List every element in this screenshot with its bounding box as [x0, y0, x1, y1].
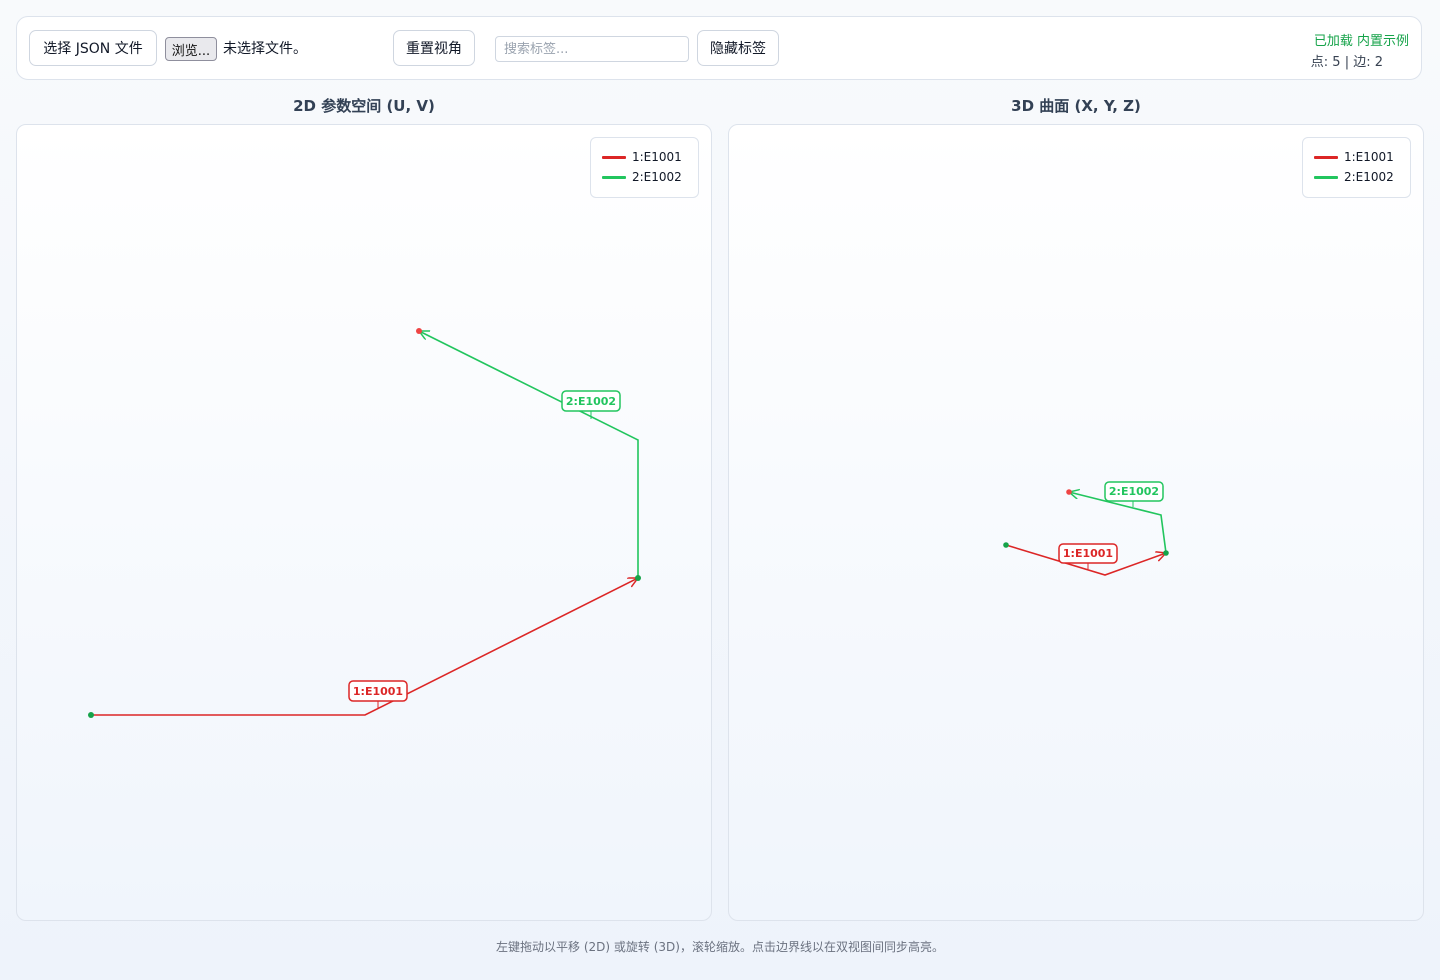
point-end[interactable] [416, 328, 422, 334]
plot-2d-canvas[interactable]: 1:E1001 2:E1002 [17, 125, 712, 921]
reset-view-button[interactable]: 重置视角 [393, 30, 475, 66]
edge-label-e1001-text: 1:E1001 [353, 685, 403, 698]
legend-swatch [1314, 175, 1338, 179]
edge-label-e1002-text: 2:E1002 [566, 395, 616, 408]
legend-label: 2:E1002 [632, 170, 682, 184]
edge-line-e1002[interactable] [419, 331, 639, 578]
legend-label: 2:E1002 [1344, 170, 1394, 184]
count-status: 点: 5 | 边: 2 [1310, 55, 1383, 70]
legend-item[interactable]: 2:E1002 [602, 167, 698, 187]
panel-3d-title: 3D 曲面 (X, Y, Z) [1011, 97, 1141, 115]
edge-label-e1002-text: 2:E1002 [1109, 485, 1159, 498]
legend-item[interactable]: 2:E1002 [1314, 167, 1410, 187]
edge-label-e1001-text: 1:E1001 [1063, 547, 1113, 560]
legend-swatch [602, 155, 626, 159]
legend-label: 1:E1001 [632, 150, 682, 164]
edge-label-e1002[interactable]: 2:E1002 [1104, 481, 1164, 502]
plot-3d-canvas[interactable]: 1:E1001 2:E1002 [729, 125, 1424, 921]
legend-2d: 1:E1001 2:E1002 [590, 137, 699, 198]
legend-swatch [1314, 155, 1338, 159]
point-end[interactable] [1066, 489, 1072, 495]
panel-3d[interactable]: 1:E1001 2:E1002 1:E1001 2:E1002 [728, 124, 1424, 921]
panel-2d-title: 2D 参数空间 (U, V) [293, 97, 435, 115]
panel-2d[interactable]: 1:E1001 2:E1002 1:E1001 2:E1002 [16, 124, 712, 921]
legend-item[interactable]: 1:E1001 [602, 147, 698, 167]
choose-json-button[interactable]: 选择 JSON 文件 [29, 30, 157, 66]
no-file-text: 未选择文件。 [223, 41, 307, 57]
point-junction[interactable] [635, 575, 641, 581]
point-start[interactable] [88, 712, 94, 718]
legend-3d: 1:E1001 2:E1002 [1302, 137, 1411, 198]
search-input[interactable] [495, 36, 689, 62]
toolbar: 选择 JSON 文件 浏览... 未选择文件。 重置视角 隐藏标签 已加载 内置… [16, 16, 1422, 80]
point-start[interactable] [1003, 542, 1009, 548]
edge-label-e1001[interactable]: 1:E1001 [1058, 543, 1118, 564]
edge-label-e1002[interactable]: 2:E1002 [561, 390, 621, 412]
edge-label-e1001[interactable]: 1:E1001 [348, 680, 408, 702]
point-junction[interactable] [1163, 550, 1169, 556]
hide-labels-button[interactable]: 隐藏标签 [697, 30, 779, 66]
legend-swatch [602, 175, 626, 179]
legend-label: 1:E1001 [1344, 150, 1394, 164]
legend-item[interactable]: 1:E1001 [1314, 147, 1410, 167]
load-status: 已加载 内置示例 [1313, 34, 1409, 49]
browse-button[interactable]: 浏览... [165, 37, 217, 61]
footer-hint: 左键拖动以平移 (2D) 或旋转 (3D)，滚轮缩放。点击边界线以在双视图间同步… [496, 940, 944, 954]
